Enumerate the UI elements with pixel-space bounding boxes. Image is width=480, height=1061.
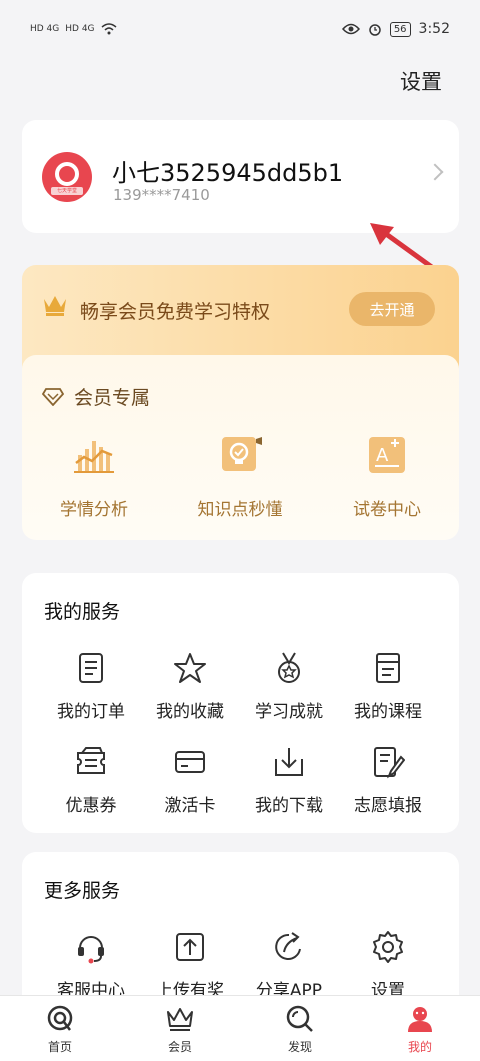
- exclusive-item-knowledge[interactable]: 知识点秒懂: [180, 433, 300, 520]
- upload-icon: [176, 933, 204, 961]
- coupon-icon: [77, 747, 105, 774]
- share-icon: [275, 932, 301, 960]
- exam-icon: A: [369, 437, 405, 473]
- exclusive-item-analysis[interactable]: 学情分析: [34, 433, 154, 520]
- user-phone: 139****7410: [113, 186, 210, 204]
- exclusive-item-label: 试卷中心: [353, 500, 421, 520]
- service-upload-reward[interactable]: 上传有奖: [140, 930, 240, 1001]
- service-label: 我的下载: [255, 796, 323, 816]
- service-my-courses[interactable]: 我的课程: [338, 651, 438, 722]
- tab-membership[interactable]: 会员: [120, 996, 240, 1061]
- more-services-title: 更多服务: [44, 880, 121, 902]
- medal-icon: [278, 652, 300, 683]
- status-right: 56 3:52: [341, 21, 450, 37]
- diamond-icon: [42, 387, 64, 406]
- crown-icon: [167, 1008, 193, 1031]
- service-label: 志愿填报: [354, 796, 422, 816]
- service-coupons[interactable]: 优惠券: [41, 745, 141, 816]
- status-bar: HD 4G HD 4G 56 3:52: [0, 0, 480, 58]
- my-services-card: 我的服务 我的订单 我的收藏 学习成就 我的课程 优惠券 激活卡 我的下载 志愿…: [22, 573, 459, 833]
- discover-icon: [286, 1005, 313, 1032]
- avatar-tag: 七天学堂: [51, 187, 83, 195]
- home-icon: [47, 1005, 73, 1031]
- form-edit-icon: [374, 747, 405, 779]
- service-share-app[interactable]: 分享APP: [239, 930, 339, 1001]
- service-label: 我的订单: [57, 702, 125, 722]
- lightbulb-icon: [222, 437, 262, 471]
- service-label: 我的课程: [354, 702, 422, 722]
- service-settings[interactable]: 设置: [338, 930, 438, 1001]
- eye-icon: [341, 23, 360, 35]
- course-icon: [376, 653, 400, 683]
- clock: 3:52: [418, 21, 450, 37]
- exclusive-item-exams[interactable]: A 试卷中心: [327, 433, 447, 520]
- chevron-right-icon: [426, 163, 444, 181]
- vip-banner-text: 畅享会员免费学习特权: [80, 301, 271, 323]
- service-achievements[interactable]: 学习成就: [239, 651, 339, 722]
- member-exclusive-card: 会员专属 学情分析 知识点秒懂 A 试卷中心: [22, 355, 459, 540]
- more-services-card: 更多服务 客服中心 上传有奖 分享APP 设置: [22, 852, 459, 1012]
- wifi-icon: [101, 23, 117, 35]
- profile-icon: [408, 1007, 432, 1032]
- logo-mark: [55, 162, 79, 186]
- chart-icon: [74, 441, 114, 473]
- service-college-application[interactable]: 志愿填报: [338, 745, 438, 816]
- card-icon: [175, 751, 205, 773]
- service-my-favorites[interactable]: 我的收藏: [140, 651, 240, 722]
- user-name: 小七3525945dd5b1: [112, 159, 344, 187]
- settings-link[interactable]: 设置: [400, 66, 442, 96]
- gear-icon: [373, 931, 403, 963]
- tab-home[interactable]: 首页: [0, 996, 120, 1061]
- service-customer-support[interactable]: 客服中心: [41, 930, 141, 1001]
- tab-discover[interactable]: 发现: [240, 996, 360, 1061]
- tab-label: 我的: [407, 1040, 432, 1054]
- service-my-orders[interactable]: 我的订单: [41, 651, 141, 722]
- service-label: 激活卡: [164, 796, 216, 816]
- member-exclusive-title: 会员专属: [74, 387, 151, 409]
- headset-icon: [78, 936, 104, 964]
- service-label: 优惠券: [65, 796, 117, 816]
- battery-indicator: 56: [389, 21, 411, 37]
- sim2-signal: HD 4G: [65, 23, 95, 34]
- service-my-downloads[interactable]: 我的下载: [239, 745, 339, 816]
- exclusive-item-label: 知识点秒懂: [197, 500, 283, 520]
- exclusive-item-label: 学情分析: [60, 500, 128, 520]
- member-exclusive-header: 会员专属: [42, 383, 150, 410]
- avatar[interactable]: 七天学堂: [42, 152, 92, 202]
- star-icon: [174, 653, 206, 683]
- my-services-title: 我的服务: [44, 601, 121, 623]
- order-icon: [79, 653, 103, 683]
- tab-label: 发现: [287, 1040, 312, 1054]
- signal-indicators: HD 4G HD 4G: [30, 23, 117, 35]
- bottom-tab-bar: 首页 会员 发现 我的: [0, 995, 480, 1061]
- tab-mine[interactable]: 我的: [360, 996, 480, 1061]
- service-activation-card[interactable]: 激活卡: [140, 745, 240, 816]
- alarm-icon: [369, 24, 381, 36]
- sim1-signal: HD 4G: [30, 23, 60, 34]
- download-icon: [275, 748, 303, 776]
- service-label: 学习成就: [255, 702, 323, 722]
- tab-label: 会员: [167, 1040, 192, 1054]
- svg-text:A: A: [376, 445, 389, 466]
- tab-label: 首页: [47, 1040, 72, 1054]
- crown-icon: [44, 296, 66, 316]
- open-membership-button[interactable]: 去开通: [349, 292, 435, 326]
- service-label: 我的收藏: [156, 702, 224, 722]
